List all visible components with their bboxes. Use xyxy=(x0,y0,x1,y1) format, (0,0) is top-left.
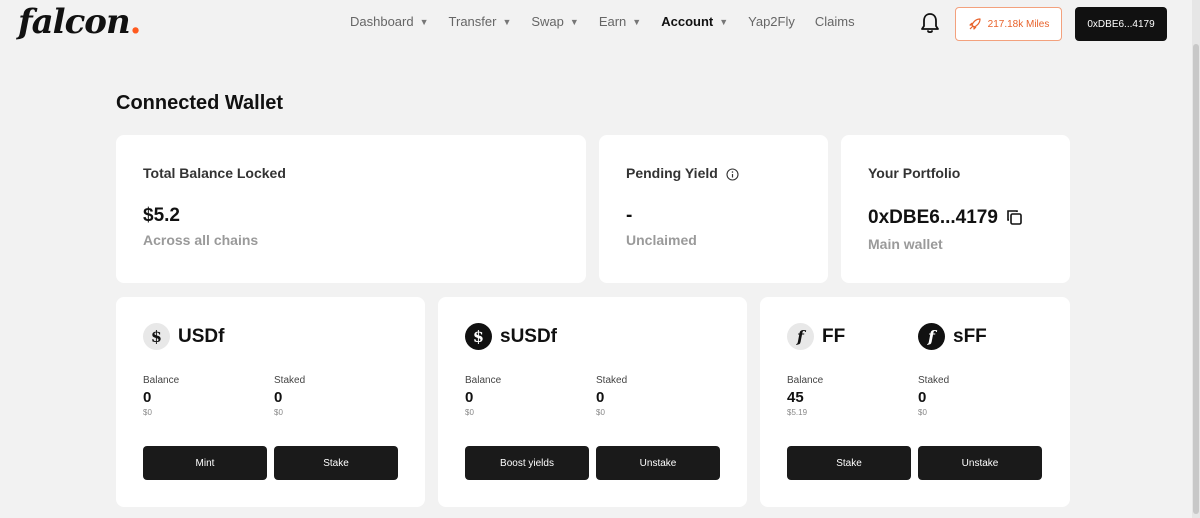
susdf-header: $ sUSDf xyxy=(465,323,557,350)
chevron-down-icon: ▼ xyxy=(569,16,579,27)
susdf-balance: Balance 0 $0 xyxy=(465,375,502,417)
nav-dashboard[interactable]: Dashboard ▼ xyxy=(350,14,429,29)
copy-icon[interactable] xyxy=(1006,209,1023,226)
yield-label: Pending Yield xyxy=(626,165,739,181)
usdf-name: USDf xyxy=(178,325,225,347)
portfolio-card: Your Portfolio 0xDBE6...4179 Main wallet xyxy=(841,135,1070,283)
miles-button[interactable]: 217.18k Miles xyxy=(955,7,1062,41)
ff-unstake-button[interactable]: Unstake xyxy=(918,446,1042,480)
ff-header: f FF xyxy=(787,323,845,350)
sff-name: sFF xyxy=(953,325,987,347)
sff-falcon-icon: f xyxy=(918,323,945,350)
info-icon[interactable] xyxy=(726,168,739,181)
scrollbar-thumb[interactable] xyxy=(1193,44,1199,514)
tvl-sub: Across all chains xyxy=(143,232,259,248)
nav-yap2fly[interactable]: Yap2Fly xyxy=(748,14,795,29)
ff-card: f FF f sFF Balance 45 $5.19 Staked 0 $0 … xyxy=(760,297,1070,507)
usdf-dollar-icon: $ xyxy=(143,323,170,350)
usdf-staked: Staked 0 $0 xyxy=(274,375,306,417)
nav-account[interactable]: Account ▼ xyxy=(661,14,728,29)
tvl-label: Total Balance Locked xyxy=(143,165,286,181)
tvl-value: $5.2 xyxy=(143,205,180,226)
susdf-dollar-icon: $ xyxy=(465,323,492,350)
bell-icon[interactable] xyxy=(920,12,940,34)
susdf-staked: Staked 0 $0 xyxy=(596,375,628,417)
chevron-down-icon: ▼ xyxy=(719,16,729,27)
top-header: falcon. Dashboard ▼ Transfer ▼ Swap ▼ Earn ▼… xyxy=(0,0,1192,48)
rocket-icon xyxy=(969,18,981,30)
wallet-button[interactable]: 0xDBE6...4179 xyxy=(1075,7,1167,41)
usdf-stake-button[interactable]: Stake xyxy=(274,446,398,480)
boost-yields-button[interactable]: Boost yields xyxy=(465,446,589,480)
portfolio-label: Your Portfolio xyxy=(868,165,961,181)
ff-falcon-icon: f xyxy=(787,323,814,350)
nav-swap[interactable]: Swap ▼ xyxy=(531,14,578,29)
susdf-card: $ sUSDf Balance 0 $0 Staked 0 $0 Boost y… xyxy=(438,297,747,507)
nav-earn[interactable]: Earn ▼ xyxy=(599,14,641,29)
yield-value: - xyxy=(626,205,633,226)
chevron-down-icon: ▼ xyxy=(419,16,429,27)
falcon-logo[interactable]: falcon. xyxy=(18,2,142,42)
sff-header: f sFF xyxy=(918,323,987,350)
sff-staked: Staked 0 $0 xyxy=(918,375,950,417)
chevron-down-icon: ▼ xyxy=(632,16,642,27)
chevron-down-icon: ▼ xyxy=(502,16,512,27)
yield-sub: Unclaimed xyxy=(626,232,697,248)
nav-claims[interactable]: Claims xyxy=(815,14,855,29)
portfolio-address: 0xDBE6...4179 xyxy=(868,207,998,228)
susdf-name: sUSDf xyxy=(500,325,558,347)
ff-name: FF xyxy=(822,325,846,347)
usdf-header: $ USDf xyxy=(143,323,224,350)
portfolio-sub: Main wallet xyxy=(868,236,943,252)
usdf-balance: Balance 0 $0 xyxy=(143,375,180,417)
main-nav: Dashboard ▼ Transfer ▼ Swap ▼ Earn ▼ Account… xyxy=(350,14,875,29)
page-title: Connected Wallet xyxy=(116,92,284,114)
pending-yield-card: Pending Yield - Unclaimed xyxy=(599,135,828,283)
total-balance-card: Total Balance Locked $5.2 Across all cha… xyxy=(116,135,586,283)
ff-balance: Balance 45 $5.19 xyxy=(787,375,824,417)
ff-stake-button[interactable]: Stake xyxy=(787,446,911,480)
usdf-card: $ USDf Balance 0 $0 Staked 0 $0 Mint Sta… xyxy=(116,297,425,507)
nav-transfer[interactable]: Transfer ▼ xyxy=(449,14,512,29)
susdf-unstake-button[interactable]: Unstake xyxy=(596,446,720,480)
mint-button[interactable]: Mint xyxy=(143,446,267,480)
